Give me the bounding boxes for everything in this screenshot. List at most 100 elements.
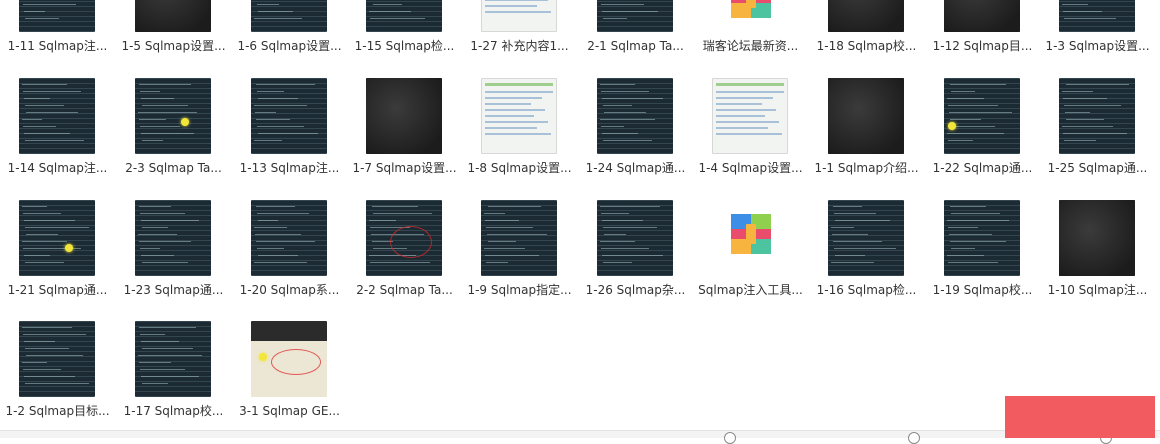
thumbnail-row (716, 127, 768, 129)
thumbnail-text-line (372, 206, 418, 207)
thumbnail-text-line (139, 119, 166, 120)
thumbnail-text-line (603, 140, 652, 141)
file-item[interactable]: 3-1 Sqlmap GE... (232, 0, 347, 418)
file-name-label: 1-19 Sqlmap校... (932, 283, 1033, 297)
thumbnail-text-line (947, 220, 1009, 221)
file-name-label: 1-2 Sqlmap目标... (5, 404, 110, 418)
thumbnail-text-line (833, 241, 882, 242)
archive-icon-clip (746, 224, 756, 244)
thumbnail-text-line (23, 334, 86, 335)
thumbnail-text-line (141, 255, 174, 256)
thumbnail-text-line (142, 348, 193, 349)
file-item[interactable]: 1-16 Sqlmap检... (809, 0, 924, 297)
file-name-label: 1-22 Sqlmap通... (932, 161, 1033, 175)
thumbnail-text-line (600, 206, 660, 207)
file-item[interactable]: Sqlmap注入工具... (693, 0, 808, 297)
thumbnail-text-line (26, 234, 58, 235)
file-item[interactable]: 1-19 Sqlmap校... (925, 0, 1040, 297)
file-name-label: 1-13 Sqlmap注... (239, 161, 340, 175)
thumbnail-row (485, 127, 537, 129)
file-name-label: 1-25 Sqlmap通... (1047, 161, 1148, 175)
video-thumbnail (19, 200, 95, 276)
thumbnail-text-line (142, 227, 168, 228)
file-name-label: 1-4 Sqlmap设置... (698, 161, 803, 175)
thumbnail-row (485, 133, 551, 135)
thumbnail-text-line (485, 255, 539, 256)
file-name-label: 1-10 Sqlmap注... (1047, 283, 1148, 297)
file-name-label: 1-16 Sqlmap检... (816, 283, 917, 297)
thumbnail-text-line (25, 383, 89, 384)
thumbnail-text-line (947, 133, 1004, 134)
video-thumbnail (19, 321, 95, 397)
file-name-label: 1-14 Sqlmap注... (7, 161, 108, 175)
file-name-label: 1-20 Sqlmap系... (239, 283, 340, 297)
thumbnail-text-line (831, 227, 854, 228)
cursor-highlight-dot (259, 353, 267, 361)
thumbnail-text-line (256, 241, 315, 242)
video-thumbnail (828, 200, 904, 276)
thumbnail-text-line (22, 206, 47, 207)
file-item[interactable]: 1-17 Sqlmap校... (116, 0, 231, 418)
thumbnail-text-line (951, 213, 1000, 214)
thumbnail-text-line (487, 234, 547, 235)
thumbnail-row (485, 121, 548, 123)
thumbnail-text-line (257, 248, 284, 249)
video-thumbnail (481, 200, 557, 276)
thumbnail-text-line (835, 255, 865, 256)
thumbnail-text-line (488, 206, 541, 207)
watermark-overlay (1005, 396, 1155, 438)
file-item[interactable]: 2-2 Sqlmap Ta... (347, 0, 462, 297)
thumbnail-text-line (22, 327, 72, 328)
thumbnail-text-line (258, 220, 278, 221)
thumbnail-text-line (139, 206, 171, 207)
thumbnail-text-line (950, 119, 981, 120)
cursor-highlight-dot (948, 122, 956, 130)
file-item[interactable]: 1-26 Sqlmap杂... (578, 0, 693, 297)
thumbnail-text-line (22, 119, 42, 120)
file-name-label: 1-26 Sqlmap杂... (585, 283, 686, 297)
thumbnail-text-line (256, 206, 295, 207)
file-item[interactable]: 1-9 Sqlmap指定... (462, 0, 577, 297)
thumbnail-text-line (951, 248, 975, 249)
thumbnail-text-line (948, 140, 973, 141)
thumbnail-text-line (603, 262, 632, 263)
file-name-label: 1-23 Sqlmap通... (123, 283, 224, 297)
thumbnail-text-line (833, 206, 862, 207)
thumbnail-text-line (254, 140, 282, 141)
status-circle-icon (908, 432, 920, 444)
thumbnail-text-line (486, 227, 533, 228)
video-thumbnail (251, 200, 327, 276)
thumbnail-text-line (23, 213, 61, 214)
thumbnail-text-line (139, 362, 171, 363)
thumbnail-text-line (141, 376, 199, 377)
annotation-mark (390, 226, 432, 258)
thumbnail-text-line (142, 262, 188, 263)
thumbnail-text-line (601, 213, 629, 214)
video-thumbnail (597, 200, 673, 276)
file-name-label: 1-24 Sqlmap通... (585, 161, 686, 175)
thumbnail-text-line (140, 369, 185, 370)
thumbnail-text-line (1064, 140, 1096, 141)
status-circle-icon (724, 432, 736, 444)
thumbnail-text-line (258, 255, 298, 256)
video-thumbnail (944, 200, 1020, 276)
thumbnail-text-line (141, 341, 179, 342)
file-name-label: 1-21 Sqlmap通... (7, 283, 108, 297)
thumbnail-text-line (24, 133, 70, 134)
annotation-mark (271, 349, 321, 375)
thumbnail-text-line (138, 234, 177, 235)
file-name-label: 1-1 Sqlmap介绍... (814, 161, 919, 175)
thumbnail-text-line (140, 213, 185, 214)
thumbnail-text-line (141, 133, 194, 134)
thumbnail-row (716, 133, 782, 135)
thumbnail-text-line (369, 220, 396, 221)
file-item[interactable]: 1-2 Sqlmap目标... (0, 0, 115, 418)
thumbnail-text-line (948, 262, 998, 263)
file-item[interactable]: 1-10 Sqlmap注... (1040, 0, 1155, 297)
thumbnail-text-line (834, 248, 896, 249)
file-name-label: 1-17 Sqlmap校... (123, 404, 224, 418)
thumbnail-text-line (139, 241, 191, 242)
thumbnail-text-line (1062, 126, 1113, 127)
cursor-highlight-dot (65, 244, 73, 252)
thumbnail-text-line (255, 234, 301, 235)
